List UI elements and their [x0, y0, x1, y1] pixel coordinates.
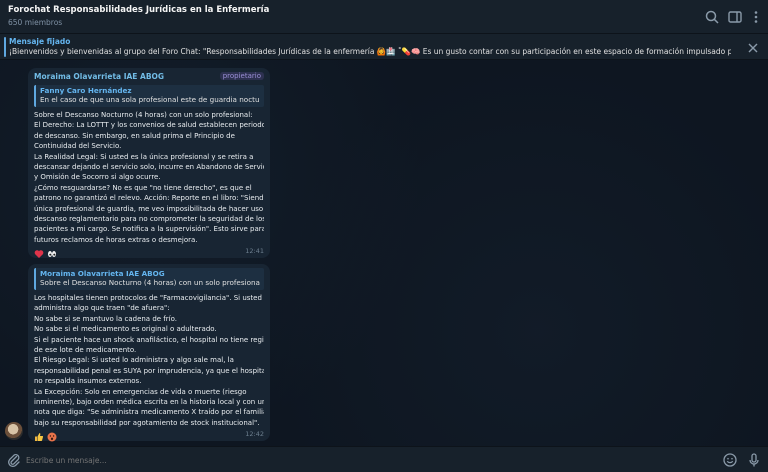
message-line: La Realidad Legal: Si usted es la única …	[34, 152, 254, 161]
more-icon[interactable]	[748, 9, 764, 25]
chat-title[interactable]: Forochat Responsabilidades Jurídicas en …	[8, 5, 269, 15]
reply-author: Fanny Caro Hernández	[40, 86, 132, 95]
message-line: Sobre el Descanso Nocturno (4 horas) con…	[34, 111, 253, 119]
close-icon[interactable]	[746, 40, 760, 54]
message-line: nota que diga: "Se administra medicament…	[34, 408, 264, 417]
message-line: única profesional de guardia, me veo imp…	[34, 204, 264, 213]
message-line: de ese lote de medicamento.	[34, 346, 137, 355]
message-bubble[interactable]: Moraima Olavarrieta IAE ABOG Sobre el De…	[28, 264, 270, 442]
chat-history[interactable]: Moraima Olavarrieta IAE ABOG propietario…	[0, 60, 768, 446]
message-line: No sabe si el medicamento es original o …	[34, 325, 217, 334]
message-line: inminente), bajo orden médica escrita en…	[34, 398, 264, 407]
message-line: y Omisión de Socorro si algo ocurre.	[34, 173, 161, 182]
search-icon[interactable]	[704, 9, 720, 25]
message-line: pacientes a mi cargo. Se notifica a la s…	[34, 225, 264, 234]
message-line: Continuidad del Servicio.	[34, 142, 122, 151]
message-time: 12:42	[245, 430, 264, 438]
reply-text: En el caso de que una sola profesional e…	[40, 95, 260, 104]
message-input[interactable]	[26, 453, 706, 467]
pinned-accent	[4, 37, 6, 57]
reactions[interactable]	[34, 244, 57, 258]
message-line: no respalda insumos externos.	[34, 377, 142, 386]
message-line: No sabe si se mantuvo la cadena de frío.	[34, 314, 177, 323]
message-line: responsabilidad penal es SUYA por imprud…	[34, 366, 264, 375]
message-line: descansar dejando el servicio solo, incu…	[34, 163, 264, 172]
pinned-message-bar[interactable]: Mensaje fijado ¡Bienvenidos y bienvenida…	[0, 34, 768, 60]
reply-text: Sobre el Descanso Nocturno (4 horas) con…	[40, 278, 260, 287]
message-line: administra algo que traen "de afuera":	[34, 304, 170, 313]
message-text: Los hospitales tienen protocolos de "Far…	[34, 293, 264, 428]
message-bubble[interactable]: Moraima Olavarrieta IAE ABOG propietario…	[28, 68, 270, 258]
message-line: patrono no garantizó el relevo. Acción: …	[34, 194, 264, 203]
attach-icon[interactable]	[6, 452, 22, 468]
pinned-label: Mensaje fijado	[9, 37, 71, 46]
reply-quote[interactable]: Fanny Caro Hernández En el caso de que u…	[34, 85, 264, 107]
pinned-text: ¡Bienvenidos y bienvenidas al grupo del …	[9, 47, 731, 56]
message-line: El Derecho: La LOTTT y los convenios de …	[34, 121, 264, 130]
microphone-icon[interactable]	[746, 452, 762, 468]
message-composer	[0, 446, 768, 472]
message-line: El Riesgo Legal: Si usted lo administra …	[34, 356, 234, 365]
eyes-reaction[interactable]	[47, 244, 57, 257]
reply-quote[interactable]: Moraima Olavarrieta IAE ABOG Sobre el De…	[34, 268, 264, 290]
message-line: La Excepción: Solo en emergencias de vid…	[34, 387, 247, 396]
message-line: ¿Cómo resguardarse? No es que "no tiene …	[34, 183, 252, 192]
reply-author: Moraima Olavarrieta IAE ABOG	[40, 269, 165, 278]
message-line: Si el paciente hace un shock anafiláctic…	[34, 335, 264, 344]
thumbs-up-reaction[interactable]	[34, 427, 44, 441]
member-count: 650 miembros	[8, 18, 63, 27]
message-line: futuros reclamos de horas extras o desme…	[34, 235, 198, 244]
surprised-reaction[interactable]	[47, 427, 57, 442]
message-line: bajo su responsabilidad por agotamiento …	[34, 418, 260, 427]
owner-badge: propietario	[219, 72, 264, 80]
message-line: Los hospitales tienen protocolos de "Far…	[34, 294, 262, 302]
message-text: Sobre el Descanso Nocturno (4 horas) con…	[34, 110, 264, 245]
message-line: de descanso. Sin embargo, en salud prima…	[34, 131, 235, 140]
reactions[interactable]	[34, 427, 57, 442]
message-line: descanso reglamentario para no compromet…	[34, 215, 264, 224]
emoji-icon[interactable]	[722, 452, 738, 468]
message-time: 12:41	[245, 247, 264, 255]
avatar[interactable]	[5, 422, 23, 440]
sidebar-icon[interactable]	[727, 9, 743, 25]
heart-reaction[interactable]	[34, 244, 44, 258]
chat-header: Forochat Responsabilidades Jurídicas en …	[0, 0, 768, 34]
